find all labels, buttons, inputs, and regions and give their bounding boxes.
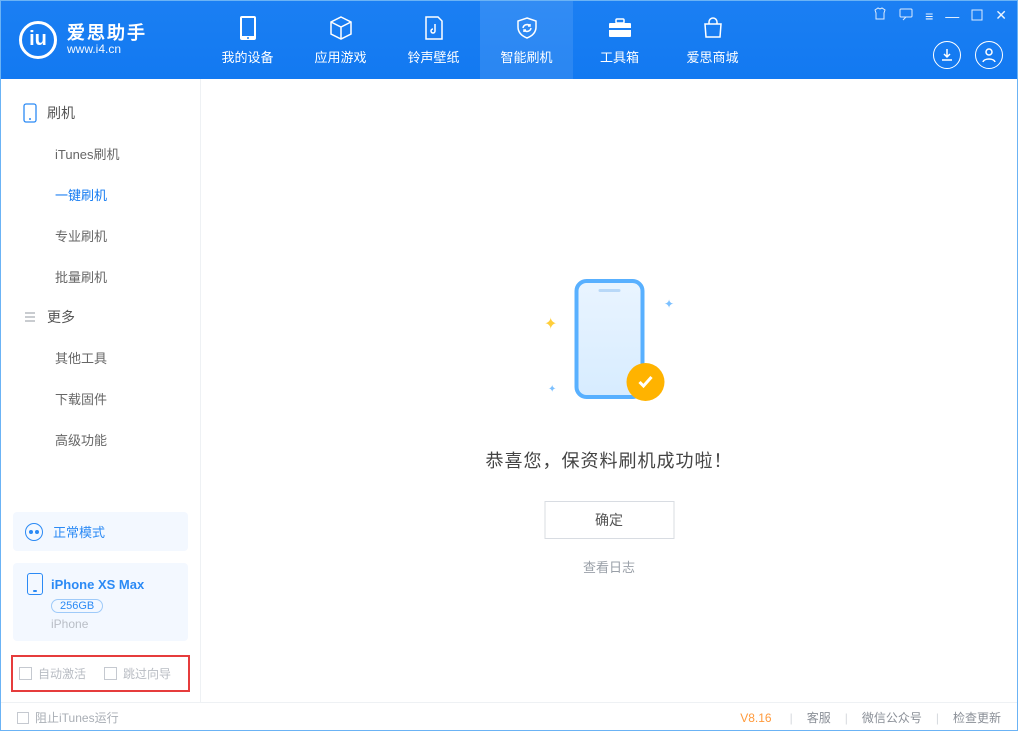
- view-log-link[interactable]: 查看日志: [583, 557, 635, 576]
- link-wechat[interactable]: 微信公众号: [862, 709, 922, 726]
- phone-outline-icon: [23, 103, 37, 123]
- nav-store[interactable]: 爱思商城: [666, 1, 759, 79]
- nav-ringtone-wallpaper[interactable]: 铃声壁纸: [387, 1, 480, 79]
- mode-card[interactable]: 正常模式: [13, 512, 188, 551]
- checkbox-icon: [19, 667, 32, 680]
- nav-apps-games[interactable]: 应用游戏: [294, 1, 387, 79]
- app-logo: iu 爱思助手 www.i4.cn: [1, 1, 201, 79]
- sidebar-group-title: 刷机: [47, 103, 75, 123]
- account-button[interactable]: [975, 41, 1003, 69]
- refresh-shield-icon: [514, 15, 540, 41]
- app-url: www.i4.cn: [67, 43, 147, 56]
- sidebar: 刷机 iTunes刷机 一键刷机 专业刷机 批量刷机 更多 其他工具 下载固件 …: [1, 79, 201, 702]
- minimize-button[interactable]: —: [945, 8, 959, 24]
- bag-icon: [700, 15, 726, 41]
- checkbox-label: 跳过向导: [123, 665, 171, 682]
- phone-icon: [27, 573, 43, 595]
- version-label: V8.16: [740, 711, 771, 725]
- sidebar-group-flash: 刷机: [1, 93, 200, 133]
- device-card[interactable]: iPhone XS Max 256GB iPhone: [13, 563, 188, 641]
- nav-label: 应用游戏: [314, 47, 366, 66]
- sidebar-item-pro-flash[interactable]: 专业刷机: [1, 215, 200, 256]
- feedback-icon[interactable]: [899, 7, 913, 24]
- header-right-actions: [933, 41, 1003, 69]
- link-check-update[interactable]: 检查更新: [953, 709, 1001, 726]
- nav-label: 工具箱: [600, 47, 639, 66]
- main-content: ✦ ✦ ✦ 恭喜您，保资料刷机成功啦！ 确定 查看日志: [201, 79, 1017, 702]
- download-button[interactable]: [933, 41, 961, 69]
- sidebar-item-advanced[interactable]: 高级功能: [1, 419, 200, 460]
- window-controls: ≡ — ✕: [873, 7, 1007, 24]
- mode-label: 正常模式: [53, 522, 105, 541]
- sidebar-group-more: 更多: [1, 297, 200, 337]
- checkbox-icon: [17, 712, 29, 724]
- footer: 阻止iTunes运行 V8.16 | 客服 | 微信公众号 | 检查更新: [1, 702, 1017, 732]
- device-subtype: iPhone: [51, 617, 88, 631]
- sidebar-item-oneclick-flash[interactable]: 一键刷机: [1, 174, 200, 215]
- close-button[interactable]: ✕: [995, 7, 1007, 24]
- checkbox-icon: [104, 667, 117, 680]
- flash-options-highlighted: 自动激活 跳过向导: [11, 655, 190, 692]
- checkbox-skip-guide[interactable]: 跳过向导: [104, 665, 171, 682]
- nav-smart-flash[interactable]: 智能刷机: [480, 1, 573, 79]
- nav-label: 铃声壁纸: [407, 47, 459, 66]
- nav-label: 我的设备: [221, 47, 273, 66]
- maximize-button[interactable]: [971, 8, 983, 24]
- device-name: iPhone XS Max: [51, 577, 144, 592]
- success-panel: ✦ ✦ ✦ 恭喜您，保资料刷机成功啦！ 确定 查看日志: [486, 279, 733, 576]
- skin-icon[interactable]: [873, 7, 887, 24]
- sidebar-item-download-firmware[interactable]: 下载固件: [1, 378, 200, 419]
- sidebar-group-title: 更多: [47, 307, 75, 327]
- nav-toolbox[interactable]: 工具箱: [573, 1, 666, 79]
- mode-icon: [25, 523, 43, 541]
- menu-icon[interactable]: ≡: [925, 8, 933, 24]
- ok-button[interactable]: 确定: [544, 501, 674, 539]
- logo-mark-icon: iu: [19, 21, 57, 59]
- checkbox-label: 阻止iTunes运行: [35, 709, 119, 726]
- header: iu 爱思助手 www.i4.cn 我的设备 应用游戏 铃声壁纸 智能刷机 工具…: [1, 1, 1017, 79]
- music-file-icon: [421, 15, 447, 41]
- sidebar-item-other-tools[interactable]: 其他工具: [1, 337, 200, 378]
- checkbox-block-itunes[interactable]: 阻止iTunes运行: [17, 709, 119, 726]
- nav-label: 爱思商城: [686, 47, 738, 66]
- sparkle-icon: ✦: [544, 314, 557, 334]
- success-illustration: ✦ ✦ ✦: [544, 279, 674, 419]
- list-icon: [23, 310, 37, 324]
- checkbox-label: 自动激活: [38, 665, 86, 682]
- app-name: 爱思助手: [67, 24, 147, 44]
- success-message: 恭喜您，保资料刷机成功啦！: [486, 447, 733, 473]
- cube-icon: [328, 15, 354, 41]
- sidebar-item-batch-flash[interactable]: 批量刷机: [1, 256, 200, 297]
- nav-label: 智能刷机: [500, 47, 552, 66]
- briefcase-icon: [607, 15, 633, 41]
- check-badge-icon: [626, 363, 664, 401]
- sparkle-icon: ✦: [548, 384, 556, 395]
- sparkle-icon: ✦: [664, 297, 674, 311]
- top-nav: 我的设备 应用游戏 铃声壁纸 智能刷机 工具箱 爱思商城: [201, 1, 759, 79]
- checkbox-auto-activate[interactable]: 自动激活: [19, 665, 86, 682]
- device-capacity: 256GB: [51, 599, 103, 613]
- sidebar-item-itunes-flash[interactable]: iTunes刷机: [1, 133, 200, 174]
- footer-links: | 客服 | 微信公众号 | 检查更新: [790, 709, 1001, 726]
- device-icon: [235, 15, 261, 41]
- nav-my-device[interactable]: 我的设备: [201, 1, 294, 79]
- link-support[interactable]: 客服: [807, 709, 831, 726]
